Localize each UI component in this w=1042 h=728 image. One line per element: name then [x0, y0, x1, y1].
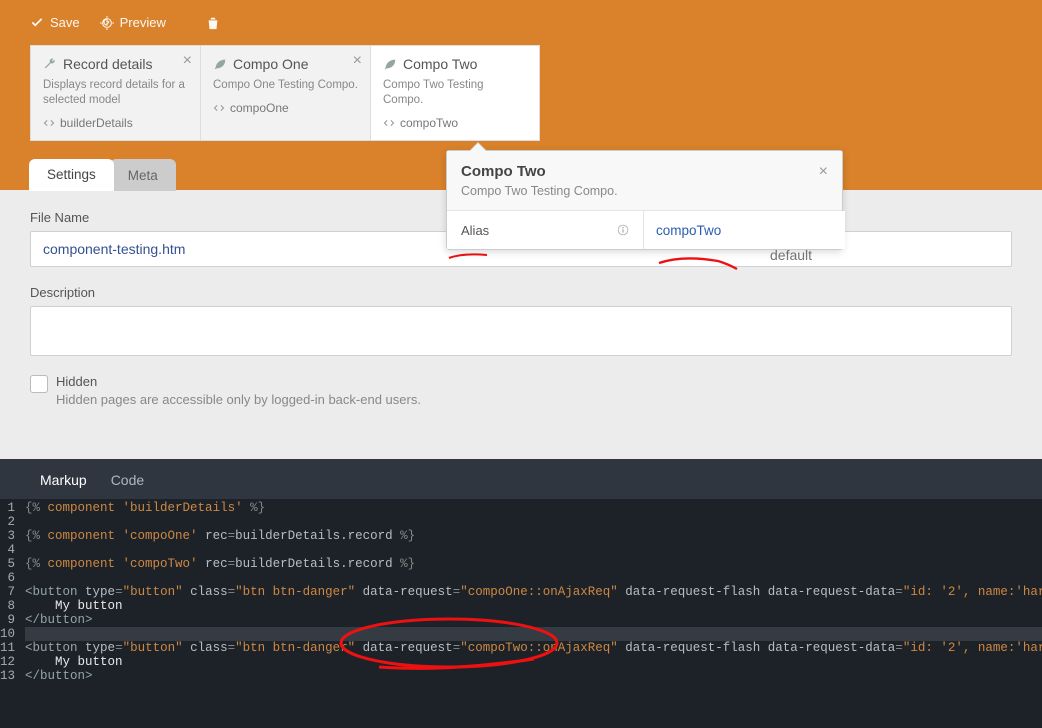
component-popover: Compo Two Compo Two Testing Compo. × Ali… [446, 150, 843, 250]
hidden-subtitle: Hidden pages are accessible only by logg… [56, 392, 421, 407]
close-icon[interactable]: × [183, 52, 192, 70]
card-desc: Compo One Testing Compo. [213, 78, 358, 93]
save-label: Save [50, 15, 80, 30]
line-gutter: 12345678910111213 [0, 499, 21, 728]
code-icon [213, 102, 225, 114]
annotation-underline-2 [658, 257, 738, 271]
tab-markup[interactable]: Markup [28, 472, 99, 488]
save-button[interactable]: Save [30, 15, 80, 30]
hidden-title: Hidden [56, 374, 421, 389]
code-body[interactable]: {% component 'builderDetails' %} {% comp… [21, 499, 1042, 728]
code-icon [43, 117, 55, 129]
card-compo-two[interactable]: Compo Two Compo Two Testing Compo. compo… [370, 45, 540, 141]
close-icon[interactable]: × [819, 163, 828, 181]
info-icon[interactable] [617, 224, 629, 236]
hidden-checkbox[interactable] [30, 375, 48, 393]
alias-label: Alias [447, 211, 644, 249]
card-desc: Compo Two Testing Compo. [383, 78, 527, 108]
preview-label: Preview [120, 15, 166, 30]
target-icon [100, 16, 114, 30]
card-title-text: Compo Two [403, 56, 477, 72]
wrench-icon [43, 57, 57, 71]
tab-meta[interactable]: Meta [110, 159, 176, 191]
card-code-text: compoOne [230, 101, 289, 115]
card-desc: Displays record details for a selected m… [43, 78, 188, 108]
preview-button[interactable]: Preview [100, 15, 166, 30]
trash-icon [206, 16, 220, 30]
card-code-text: compoTwo [400, 116, 458, 130]
component-cards: × Record details Displays record details… [30, 45, 1012, 141]
tab-code[interactable]: Code [99, 472, 156, 488]
card-title-text: Record details [63, 56, 153, 72]
page-tabs: Settings Meta [29, 159, 176, 191]
card-title-text: Compo One [233, 56, 308, 72]
alias-input[interactable] [644, 211, 845, 249]
close-icon[interactable]: × [353, 52, 362, 70]
description-input[interactable] [30, 306, 1012, 356]
tab-settings[interactable]: Settings [29, 159, 114, 191]
code-icon [383, 117, 395, 129]
leaf-icon [383, 57, 397, 71]
toolbar: Save Preview [30, 15, 1012, 30]
delete-button[interactable] [206, 15, 220, 30]
annotation-underline-1 [448, 253, 488, 261]
popover-title: Compo Two [461, 163, 828, 180]
description-label: Description [30, 285, 1012, 300]
popover-subtitle: Compo Two Testing Compo. [461, 184, 828, 198]
card-code-text: builderDetails [60, 116, 133, 130]
code-editor[interactable]: 12345678910111213 {% component 'builderD… [0, 499, 1042, 728]
editor-tabs: Markup Code [0, 459, 1042, 499]
leaf-icon [213, 57, 227, 71]
card-compo-one[interactable]: × Compo One Compo One Testing Compo. com… [200, 45, 370, 141]
check-icon [30, 16, 44, 30]
card-record-details[interactable]: × Record details Displays record details… [30, 45, 200, 141]
